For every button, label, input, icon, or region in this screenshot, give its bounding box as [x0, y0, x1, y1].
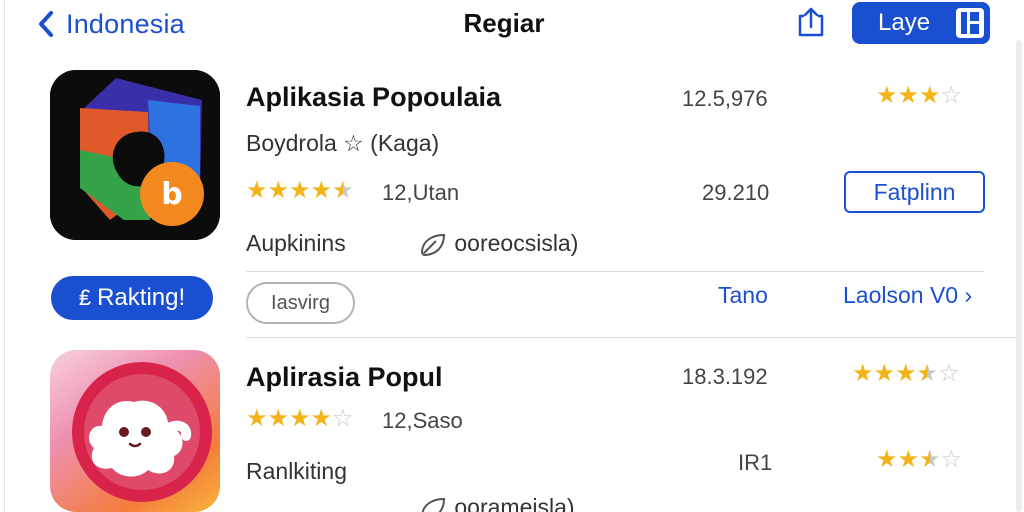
app-category-2: Ranlkiting: [246, 458, 347, 484]
scrollbar[interactable]: [1016, 40, 1022, 512]
star-icon: ★: [246, 405, 268, 432]
rating-count-1: 12,Utan: [382, 180, 460, 205]
app2-right-stars-1: ★ ★ ★ ★ ☆: [852, 362, 960, 386]
filter-pill[interactable]: Iasvirg: [246, 282, 355, 324]
app2-value-2: IR1: [738, 450, 773, 475]
link-tano[interactable]: Tano: [718, 282, 768, 309]
divider: [246, 337, 1016, 338]
star-icon: ★: [852, 360, 874, 387]
star-icon: ★: [267, 177, 290, 204]
star-icon: ★: [873, 360, 896, 387]
star-icon: ★: [895, 360, 917, 387]
app-tag-2: oorameisla): [418, 494, 575, 512]
window-edge: [4, 0, 5, 512]
star-empty-icon: ☆: [940, 446, 963, 473]
ranking-label: Rakting!: [97, 284, 186, 311]
app-category-1: Aupkinins: [246, 230, 346, 256]
star-icon: ★: [310, 177, 333, 204]
app-logo-2: [72, 362, 212, 502]
app-tag-1: ooreocsisla): [418, 230, 578, 259]
ranking-button[interactable]: ₤ Rakting!: [51, 276, 213, 320]
star-half-icon: ★: [916, 360, 939, 387]
star-icon: ★: [246, 177, 268, 204]
star-icon: ★: [897, 82, 920, 109]
app-action-button[interactable]: Fatplinn: [844, 171, 985, 213]
rating-count-2: 12,Saso: [382, 408, 463, 433]
star-icon: ★: [897, 446, 920, 473]
app-stars-2: ★ ★ ★ ★ ☆: [246, 407, 354, 431]
svg-text:b: b: [161, 177, 182, 212]
star-empty-icon: ☆: [940, 82, 963, 109]
app-right-stars-1: ★ ★ ★ ☆: [876, 84, 962, 108]
app2-number-1: 18.3.192: [682, 364, 768, 389]
leaf-icon: [421, 497, 446, 512]
app-number-1: 12.5,976: [682, 86, 768, 111]
star-empty-icon: ☆: [332, 405, 354, 432]
app2-right-stars-2: ★ ★ ★ ☆: [876, 448, 962, 472]
leaf-icon: [420, 233, 446, 256]
app-tag-label-2: oorameisla): [454, 494, 575, 512]
app-developer-1: Boydrola ☆ (Kaga): [246, 130, 440, 156]
divider: [246, 271, 984, 272]
star-icon: ★: [267, 405, 290, 432]
star-icon: ★: [876, 446, 898, 473]
layer-button-label: Laye: [878, 9, 931, 36]
star-icon: ★: [310, 405, 333, 432]
star-icon: ★: [289, 177, 311, 204]
app-tag-label-1: ooreocsisla): [454, 230, 579, 256]
star-icon: ★: [876, 82, 898, 109]
star-empty-icon: ☆: [938, 360, 960, 387]
star-half-icon: ★: [919, 446, 941, 473]
link-more[interactable]: Laolson V0 ›: [843, 282, 972, 309]
layers-icon: [956, 8, 984, 38]
star-icon: ★: [289, 405, 311, 432]
star-half-icon: ★: [332, 177, 354, 204]
star-icon: ★: [919, 82, 941, 109]
app-name-2[interactable]: Aplirasia Popul: [246, 362, 443, 393]
layer-button[interactable]: Laye: [852, 2, 990, 44]
app-icon-2[interactable]: [50, 350, 220, 512]
app-icon-1[interactable]: b: [50, 70, 220, 240]
app-stars-1: ★ ★ ★ ★ ★: [246, 179, 354, 203]
app-name-1[interactable]: Aplikasia Popoulaia: [246, 82, 501, 113]
ranking-prefix: ₤: [78, 285, 92, 310]
app-logo-1: b: [50, 70, 220, 240]
app-number-2: 29.210: [702, 180, 770, 205]
share-icon[interactable]: [796, 6, 826, 38]
